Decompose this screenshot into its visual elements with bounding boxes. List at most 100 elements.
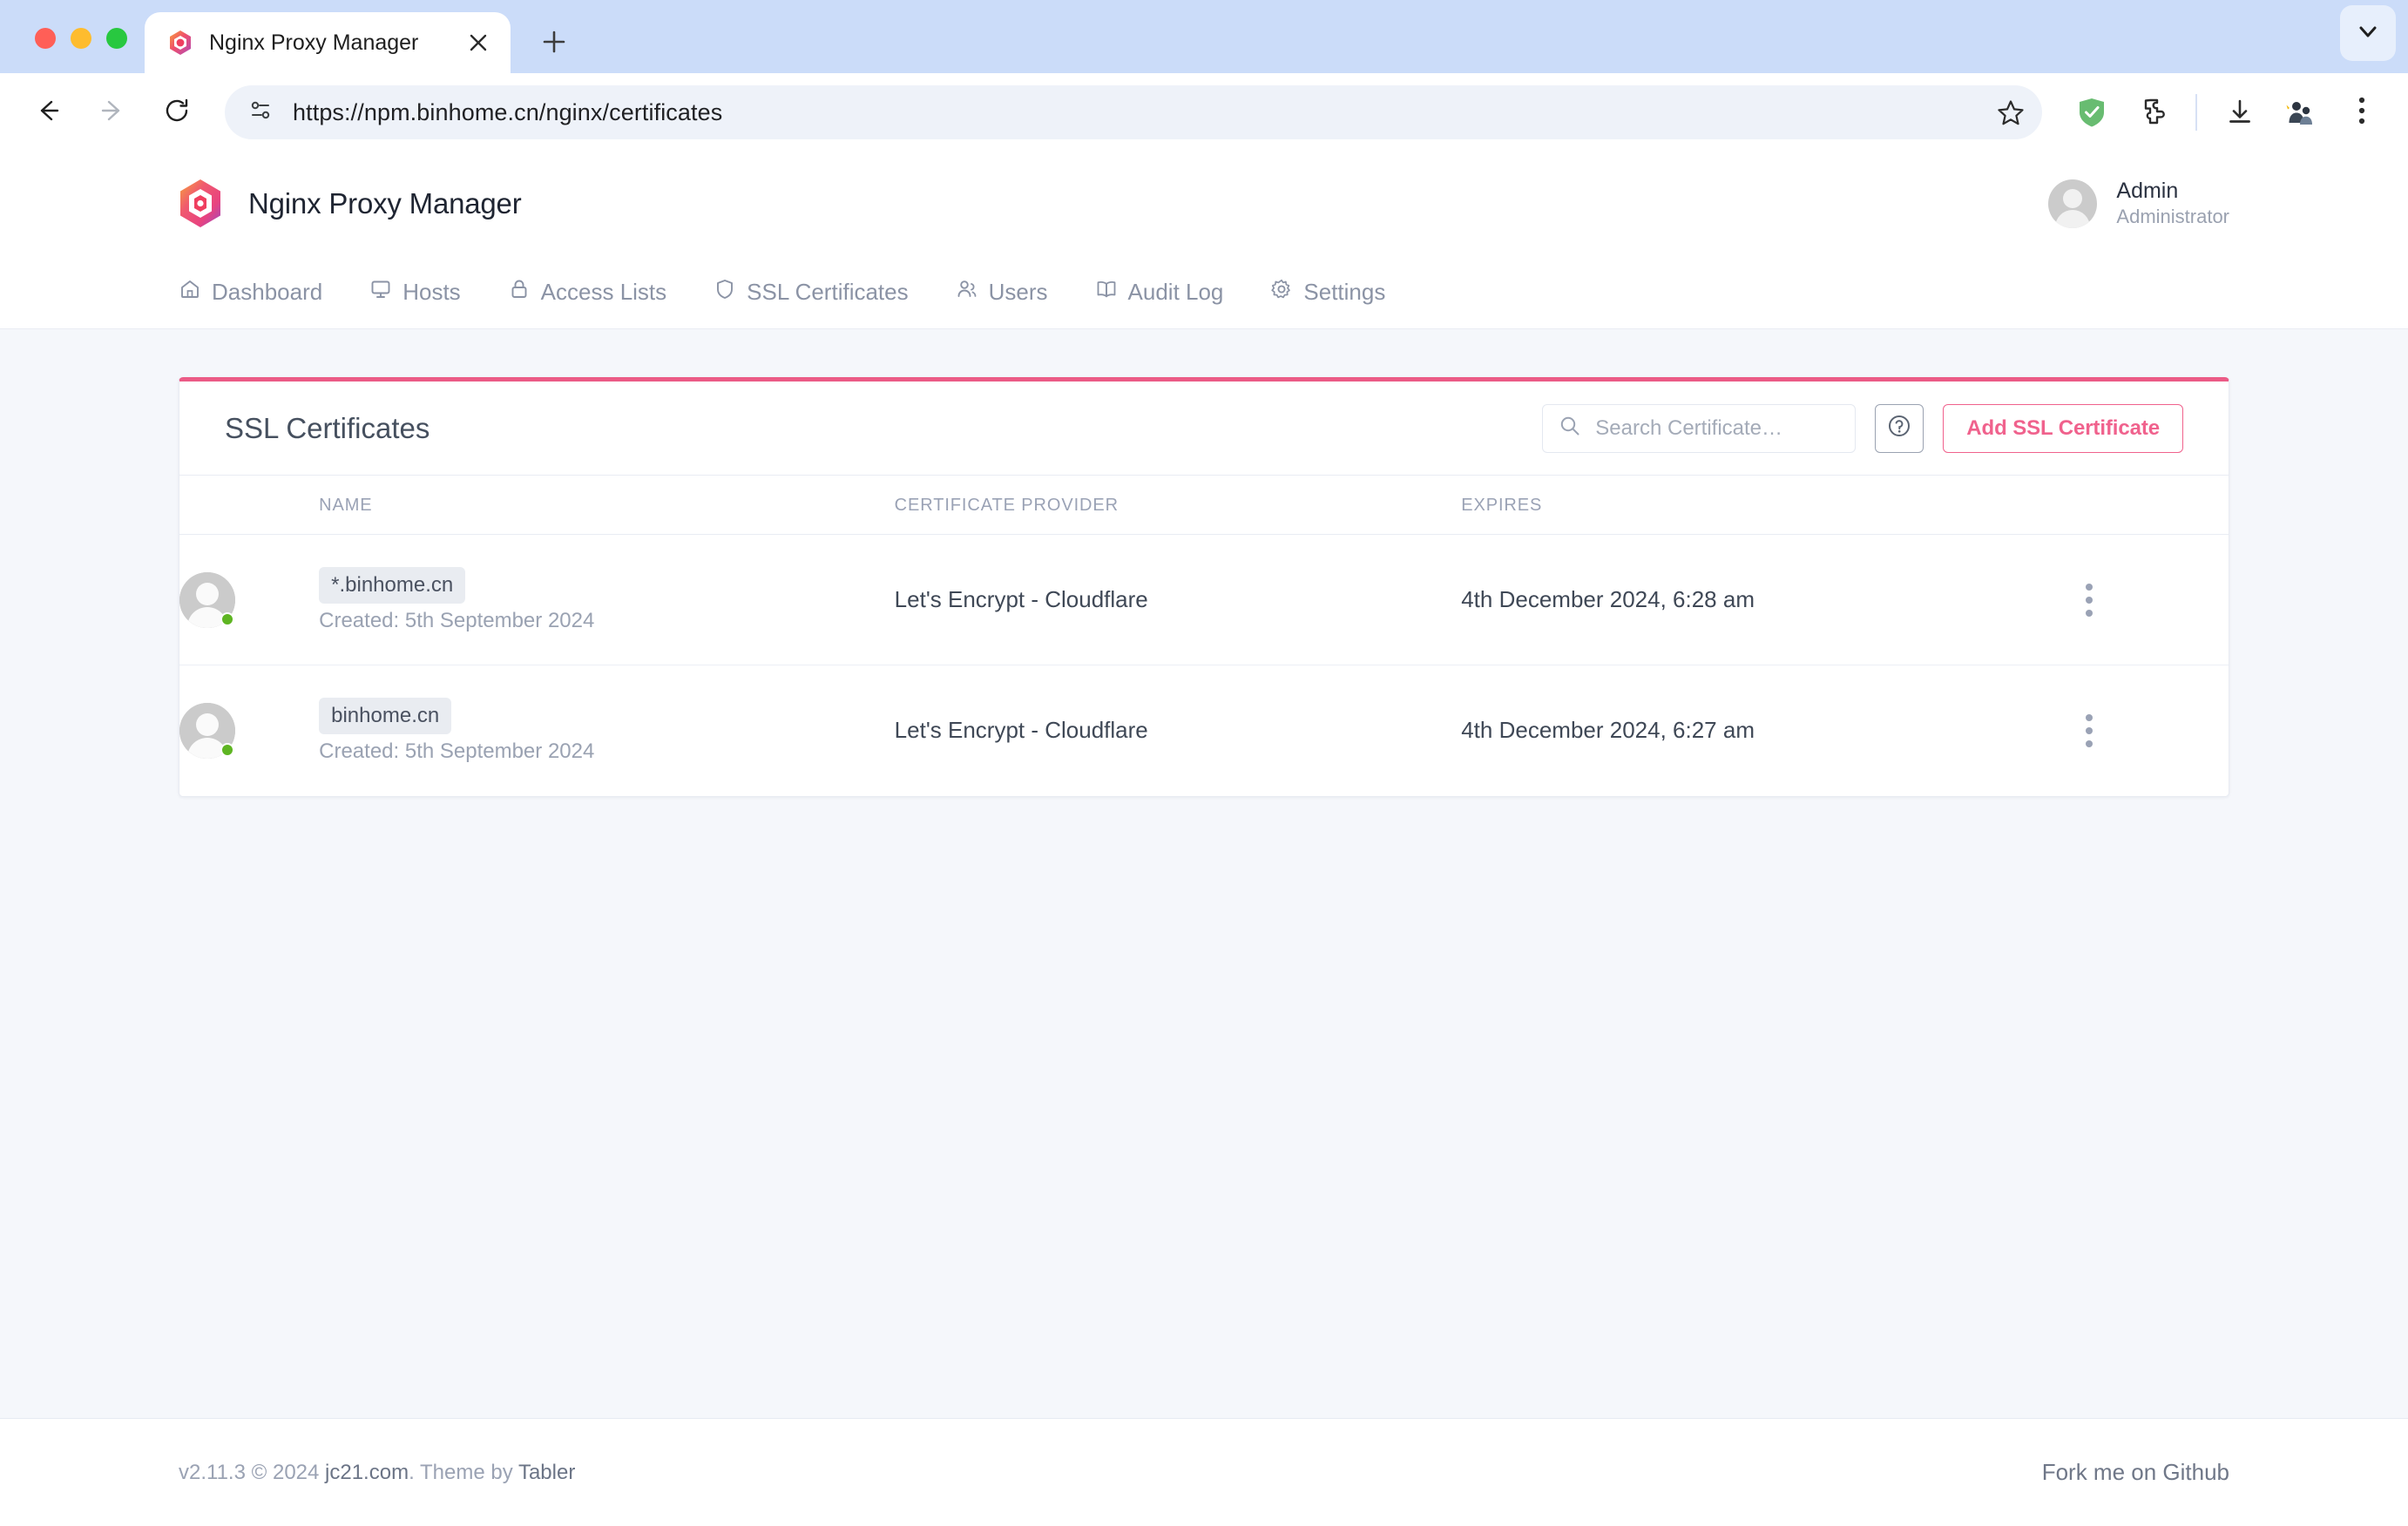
nav-label: Dashboard xyxy=(212,278,323,305)
row-name-cell: *.binhome.cn Created: 5th September 2024 xyxy=(319,534,895,665)
footer-version: v2.11.3 © 2024 xyxy=(179,1460,326,1484)
search-input[interactable] xyxy=(1595,415,1840,441)
address-bar-url: https://npm.binhome.cn/nginx/certificate… xyxy=(293,98,723,125)
footer-theme-text: . Theme by xyxy=(409,1460,518,1484)
table-row[interactable]: binhome.cn Created: 5th September 2024 L… xyxy=(179,665,2229,796)
shield-icon xyxy=(714,278,736,307)
browser-window: Nginx Proxy Manager https://npm.binhome.… xyxy=(0,0,2408,1526)
nav-item-audit-log[interactable]: Audit Log xyxy=(1095,278,1247,307)
table-row[interactable]: *.binhome.cn Created: 5th September 2024… xyxy=(179,534,2229,665)
created-date: Created: 5th September 2024 xyxy=(319,739,595,763)
lock-icon xyxy=(508,278,531,307)
kebab-dot xyxy=(2085,596,2093,604)
kebab-dot xyxy=(2085,583,2093,591)
arrow-left-icon xyxy=(34,97,62,129)
footer-vendor-link[interactable]: jc21.com xyxy=(325,1461,409,1484)
nav-item-access-lists[interactable]: Access Lists xyxy=(508,278,690,307)
kebab-dot xyxy=(2085,739,2093,747)
arrow-right-icon xyxy=(98,97,126,129)
user-avatar-icon xyxy=(2048,179,2098,228)
footer-theme-link[interactable]: Tabler xyxy=(518,1461,575,1484)
row-expires-cell: 4th December 2024, 6:28 am xyxy=(1461,534,2072,665)
th-name[interactable]: NAME xyxy=(319,475,895,535)
nav-item-users[interactable]: Users xyxy=(956,278,1071,307)
new-tab-button[interactable] xyxy=(530,17,578,66)
minimize-window-button[interactable] xyxy=(71,28,91,49)
table-body: *.binhome.cn Created: 5th September 2024… xyxy=(179,534,2229,796)
nav-item-hosts[interactable]: Hosts xyxy=(369,278,483,307)
table-head: NAME CERTIFICATE PROVIDER EXPIRES xyxy=(179,475,2229,535)
card-header: SSL Certificates Search Certificate… Add… xyxy=(179,382,2229,475)
download-icon[interactable] xyxy=(2213,85,2267,139)
back-button[interactable] xyxy=(19,84,77,141)
footer-credits: v2.11.3 © 2024 jc21.com. Theme by Tabler xyxy=(179,1461,575,1485)
kebab-dot xyxy=(2085,726,2093,734)
th-certificate-provider[interactable]: CERTIFICATE PROVIDER xyxy=(894,475,1462,535)
help-button[interactable] xyxy=(1875,403,1924,453)
table-header-row: NAME CERTIFICATE PROVIDER EXPIRES xyxy=(179,475,2229,535)
question-circle-icon xyxy=(1886,413,1912,443)
row-actions-cell xyxy=(2072,665,2229,796)
browser-menu-button[interactable] xyxy=(2335,85,2389,139)
tab-title: Nginx Proxy Manager xyxy=(209,30,419,55)
th-expires[interactable]: EXPIRES xyxy=(1461,475,2072,535)
user-menu[interactable]: Admin Administrator xyxy=(2048,177,2229,229)
user-name: Admin xyxy=(2116,179,2179,204)
npm-logo-icon xyxy=(167,30,193,56)
bookmark-star-icon[interactable] xyxy=(1986,88,2035,137)
maximize-window-button[interactable] xyxy=(106,28,127,49)
row-avatar-cell xyxy=(179,665,319,796)
nav-label: Users xyxy=(988,278,1048,305)
fork-me-on-github-link[interactable]: Fork me on Github xyxy=(2042,1459,2229,1486)
window-traffic-lights xyxy=(17,28,145,73)
row-provider-cell: Let's Encrypt - Cloudflare xyxy=(894,534,1462,665)
app-header: Nginx Proxy Manager Admin Administrator xyxy=(0,152,2408,255)
puzzle-extensions-icon[interactable] xyxy=(2126,85,2180,139)
nav-item-ssl-certificates[interactable]: SSL Certificates xyxy=(714,278,930,307)
kebab-menu-icon[interactable] xyxy=(2072,713,2107,747)
page-viewport: Nginx Proxy Manager Admin Administrator xyxy=(0,152,2408,1526)
nav-item-settings[interactable]: Settings xyxy=(1270,278,1408,307)
ssl-certificates-card: SSL Certificates Search Certificate… Add… xyxy=(179,377,2229,797)
adguard-shield-icon[interactable] xyxy=(2065,85,2119,139)
card-actions: Add SSL Certificate xyxy=(1542,403,2183,453)
search-certificate-box[interactable] xyxy=(1542,403,1857,453)
add-ssl-certificate-button[interactable]: Add SSL Certificate xyxy=(1943,403,2183,453)
row-name-cell: binhome.cn Created: 5th September 2024 xyxy=(319,665,895,796)
user-info: Admin Administrator xyxy=(2116,177,2229,229)
row-provider-cell: Let's Encrypt - Cloudflare xyxy=(894,717,1148,744)
nav-item-dashboard[interactable]: Dashboard xyxy=(179,278,345,307)
forward-button[interactable] xyxy=(84,84,141,141)
certificate-avatar-icon xyxy=(179,702,235,759)
users-icon xyxy=(956,278,978,307)
browser-tabstrip: Nginx Proxy Manager xyxy=(0,0,2408,73)
monitor-icon xyxy=(369,278,392,307)
profile-avatar-icon[interactable] xyxy=(2274,85,2328,139)
book-icon xyxy=(1095,278,1118,307)
three-dot-menu-icon xyxy=(2357,96,2366,130)
kebab-dot xyxy=(2085,609,2093,617)
page-info-icon[interactable] xyxy=(247,98,274,128)
chevron-down-icon xyxy=(2356,19,2380,48)
nav-label: Hosts xyxy=(402,278,461,305)
address-bar[interactable]: https://npm.binhome.cn/nginx/certificate… xyxy=(225,85,2042,139)
status-badge xyxy=(220,611,234,626)
brand-title: Nginx Proxy Manager xyxy=(248,186,522,219)
home-icon xyxy=(179,278,201,307)
status-badge xyxy=(220,742,234,757)
close-window-button[interactable] xyxy=(35,28,56,49)
toolbar-divider xyxy=(2195,94,2197,131)
reload-button[interactable] xyxy=(148,84,206,141)
avatar-head xyxy=(196,712,219,736)
row-actions-cell xyxy=(2071,534,2229,665)
page-content: SSL Certificates Search Certificate… Add… xyxy=(0,329,2408,1418)
tab-search-button[interactable] xyxy=(2340,5,2396,61)
close-icon[interactable] xyxy=(458,23,498,63)
domain-chip: *.binhome.cn xyxy=(319,566,466,604)
brand[interactable]: Nginx Proxy Manager xyxy=(179,179,522,228)
row-expires-cell: 4th December 2024, 6:27 am xyxy=(1461,717,1755,744)
certificate-avatar-icon xyxy=(179,571,235,628)
reload-icon xyxy=(163,97,191,129)
browser-tab[interactable]: Nginx Proxy Manager xyxy=(145,12,511,73)
kebab-menu-icon[interactable] xyxy=(2072,583,2107,617)
